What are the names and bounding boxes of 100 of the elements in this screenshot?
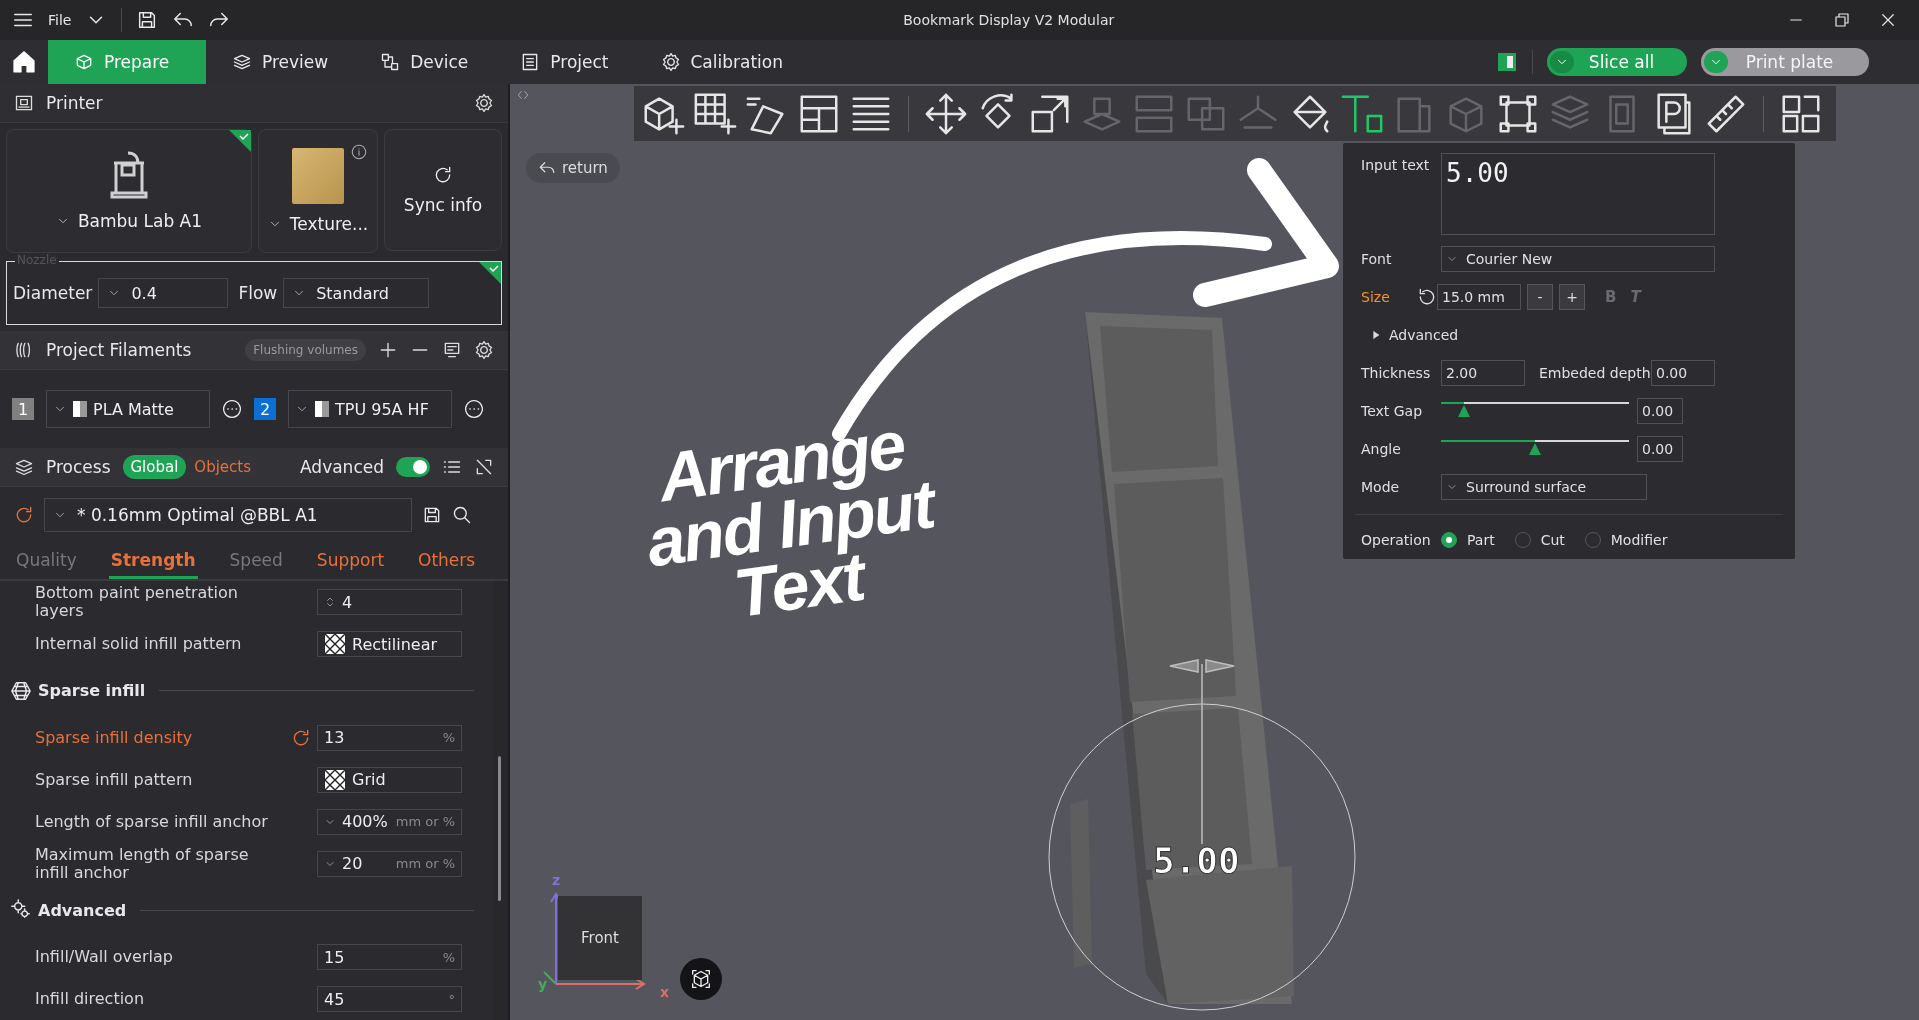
setting-label: Sparse infill pattern (34, 770, 194, 789)
window-title: Bookmark Display V2 Modular (902, 12, 1116, 28)
axis-label: z (552, 872, 561, 888)
radio-label[interactable]: Cut (1540, 532, 1565, 548)
spin-arrows-icon (324, 596, 336, 608)
search-icon[interactable] (452, 505, 472, 525)
reset-icon[interactable] (291, 727, 311, 748)
setting-label: Maximum length of sparse infill anchor (34, 845, 250, 882)
depth-field[interactable]: 0.00 (1651, 360, 1715, 386)
cube-focus-icon (691, 969, 711, 989)
size-field[interactable]: 15.0 mm (1437, 284, 1521, 310)
slider-track[interactable] (1441, 402, 1629, 418)
setting-label: Internal solid infill pattern (34, 635, 243, 653)
increase-button[interactable]: + (1559, 284, 1585, 310)
cube-icon (74, 52, 94, 72)
radio-label[interactable]: Modifier (1610, 532, 1668, 548)
nav-tab[interactable]: Project (494, 40, 635, 84)
settings-tab[interactable]: Support (314, 543, 387, 579)
combo-field[interactable]: 20 mm or % (317, 850, 462, 877)
toggle-label: Advanced (300, 457, 384, 477)
settings-icon[interactable] (474, 340, 494, 360)
crosshatch-icon (324, 768, 346, 791)
printer-name: Bambu Lab A1 (77, 211, 203, 231)
thickness-field[interactable]: 2.00 (1441, 360, 1525, 386)
advanced-toggle[interactable] (396, 457, 430, 477)
setting-label: Infill direction (34, 990, 146, 1008)
radio-button[interactable] (1441, 532, 1457, 548)
close-icon[interactable] (1879, 11, 1897, 29)
save-icon[interactable] (422, 505, 442, 525)
number-field[interactable]: 45 ° (317, 986, 462, 1012)
model-label: 5.00 (1153, 840, 1240, 881)
nav-tab[interactable]: Preview (206, 40, 355, 84)
settings-tab[interactable]: Strength (108, 543, 198, 579)
preset-dropdown[interactable]: * 0.16mm Optimal @BBL A1 (44, 498, 412, 532)
crosshatch-icon (324, 633, 346, 655)
advanced-expander[interactable]: Advanced (1389, 327, 1459, 343)
diameter-dropdown[interactable]: 0.4 (98, 278, 229, 308)
flushing-button[interactable]: Flushing volumes (245, 339, 366, 361)
compare-icon[interactable] (474, 457, 494, 477)
setting-label: Infill/Wall overlap (34, 948, 174, 966)
field-label: Thickness (1361, 365, 1432, 381)
field-label: Mode (1361, 479, 1401, 495)
expand-triangle-icon[interactable] (1371, 330, 1381, 340)
field-label: Size (1361, 289, 1391, 305)
radio-label[interactable]: Part (1467, 532, 1495, 548)
split-square-icon (315, 401, 329, 417)
build-plate-picture (292, 148, 344, 204)
field-label: Embeded depth (1539, 365, 1651, 381)
reset-icon[interactable] (1417, 287, 1437, 307)
filament-number: 1 (12, 398, 34, 420)
file-menu[interactable]: File (48, 12, 72, 28)
home-icon[interactable] (11, 49, 37, 75)
scrollbar-thumb[interactable] (498, 756, 501, 901)
field-label: Input text (1361, 156, 1431, 173)
number-field[interactable]: 13 % (317, 724, 462, 751)
restore-icon[interactable] (1833, 11, 1851, 29)
section-header: Process (46, 457, 111, 477)
printer-card[interactable]: Bambu Lab A1 (6, 129, 252, 253)
mode-dropdown[interactable]: Surround surface (1441, 474, 1647, 500)
slider-value[interactable]: 0.00 (1637, 436, 1683, 462)
info-icon[interactable] (351, 144, 367, 160)
filament-number: 2 (254, 398, 276, 420)
caption: Arrange and Input Text (641, 406, 939, 634)
decrease-button[interactable]: - (1527, 284, 1553, 310)
nav-tab[interactable]: Device (354, 40, 495, 84)
pattern-dropdown[interactable]: Rectilinear (317, 631, 462, 657)
add-icon[interactable] (378, 340, 398, 360)
split-square-icon (73, 401, 87, 417)
pattern-dropdown[interactable]: Grid (317, 766, 462, 793)
slider-value[interactable]: 0.00 (1637, 398, 1683, 424)
axis-label: x (660, 984, 670, 1000)
section-header: Project Filaments (46, 340, 192, 360)
layers-icon (232, 52, 252, 72)
number-spinner[interactable]: 4 (317, 589, 462, 615)
sync-button[interactable]: Sync info (384, 129, 502, 251)
collapse-icon[interactable] (516, 88, 530, 102)
scope-option[interactable]: Objects (186, 455, 260, 479)
settings-tab[interactable]: Others (416, 543, 478, 579)
number-field[interactable]: 15 % (317, 944, 462, 970)
settings-icon[interactable] (474, 93, 494, 113)
plate-card[interactable]: Texture... (258, 129, 378, 253)
axis-label: y (538, 976, 548, 992)
camera-button[interactable] (680, 958, 722, 1000)
flow-dropdown[interactable]: Standard (283, 278, 430, 308)
slider-track[interactable] (1441, 440, 1629, 456)
more-icon[interactable] (464, 399, 484, 419)
split-panel-icon[interactable] (1496, 51, 1518, 73)
font-dropdown[interactable]: Courier New (1441, 246, 1715, 272)
filament-dropdown[interactable]: TPU 95A HF (288, 390, 452, 428)
nav-tab[interactable]: Calibration (634, 40, 809, 84)
return-button[interactable]: return (526, 153, 620, 183)
view-cube[interactable]: Front (558, 896, 642, 980)
text-input[interactable]: 5.00 (1441, 153, 1715, 235)
field-label: Angle (1361, 441, 1402, 457)
field-label: Flow (238, 283, 278, 303)
hexagon-mesh-icon (10, 679, 32, 702)
combo-field[interactable]: 400% mm or % (317, 808, 462, 835)
reset-icon[interactable] (14, 505, 34, 525)
filament-dropdown[interactable]: PLA Matte (46, 390, 210, 428)
more-icon[interactable] (222, 399, 242, 419)
